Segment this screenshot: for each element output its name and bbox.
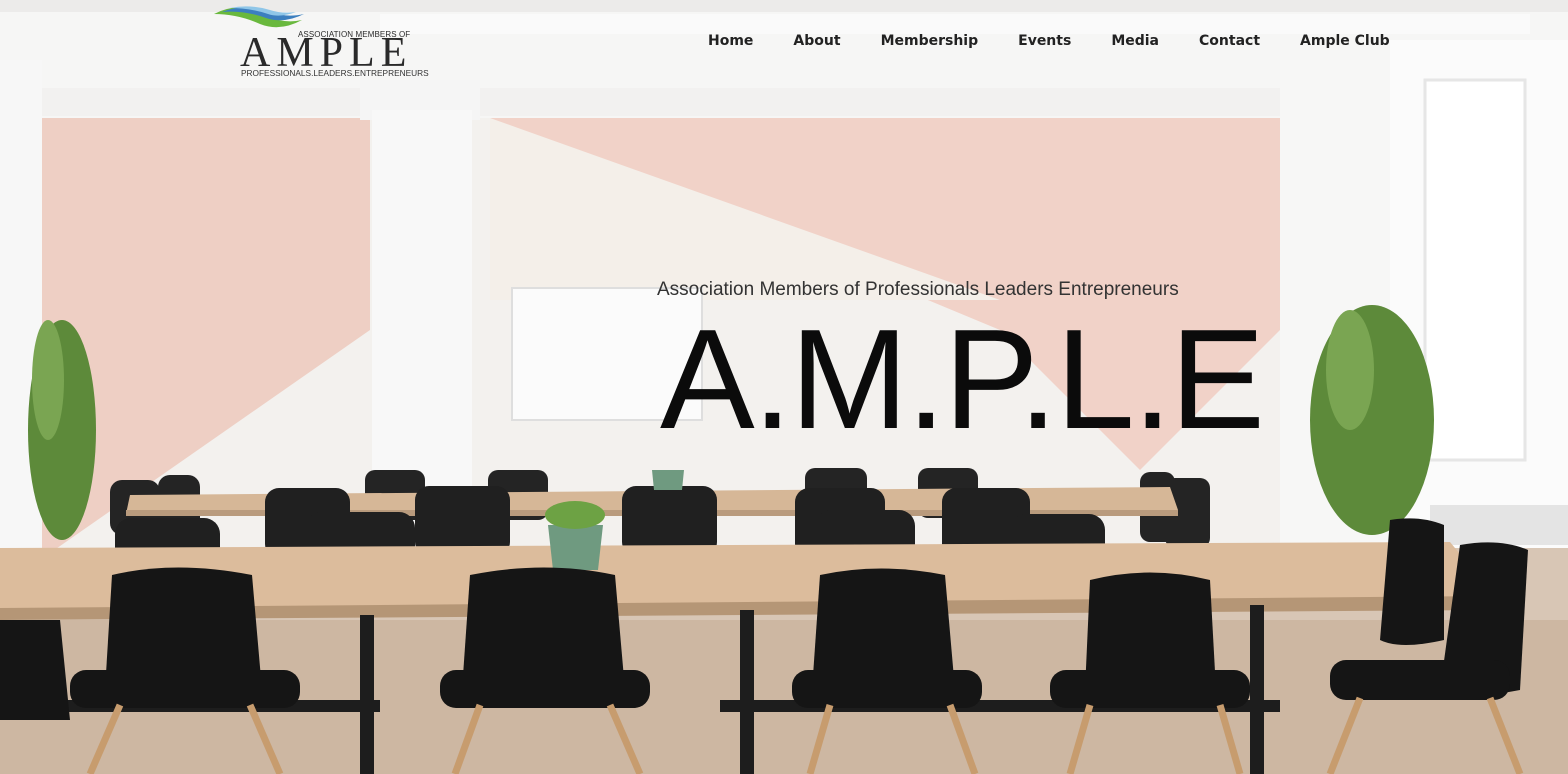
nav-events[interactable]: Events xyxy=(1018,33,1071,49)
hero-subtitle: Association Members of Professionals Lea… xyxy=(657,279,1179,300)
nav-home[interactable]: Home xyxy=(708,33,753,49)
nav-contact[interactable]: Contact xyxy=(1199,33,1260,49)
logo-tagline-bottom: PROFESSIONALS.LEADERS.ENTREPRENEURS xyxy=(241,68,429,78)
nav-membership[interactable]: Membership xyxy=(881,33,979,49)
nav-about[interactable]: About xyxy=(793,33,840,49)
hero-title: A.M.P.L.E xyxy=(660,300,1265,459)
site-header: ASSOCIATION MEMBERS OF AMPLE PROFESSIONA… xyxy=(0,0,1568,90)
nav-media[interactable]: Media xyxy=(1111,33,1159,49)
main-navigation: Home About Membership Events Media Conta… xyxy=(690,30,1430,52)
site-logo[interactable]: ASSOCIATION MEMBERS OF AMPLE PROFESSIONA… xyxy=(210,2,429,80)
nav-ample-club[interactable]: Ample Club xyxy=(1300,33,1390,49)
